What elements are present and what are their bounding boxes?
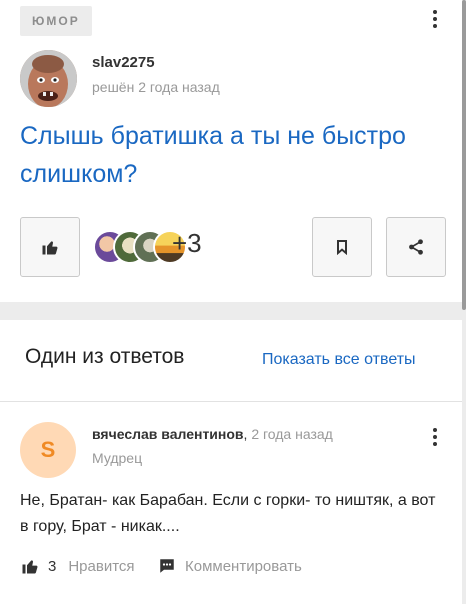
answer-more-options-icon[interactable] [428,426,442,448]
answer-like-button[interactable]: 3 Нравится [20,557,135,575]
thumbs-up-icon [22,560,38,574]
bookmark-button[interactable] [312,217,372,277]
answer-author-avatar[interactable]: S [20,422,76,478]
answer-comment-label: Комментировать [185,557,302,575]
question-card: ЮМОР slav2275 решён 2 года назад Слышь б… [0,0,462,302]
author-name[interactable]: slav2275 [92,54,155,71]
likers-more-count[interactable]: +3 [172,228,202,259]
answer-likes-count: 3 [48,557,57,575]
show-all-answers-link[interactable]: Показать все ответы [262,351,416,369]
bookmark-icon [337,240,347,255]
answer-author-rank: Мудрец [92,450,143,466]
likers-avatars[interactable] [93,230,187,264]
answer-comment-button[interactable]: Комментировать [158,557,302,575]
comment-icon [160,559,174,573]
answer-like-label: Нравится [68,557,135,575]
answer-time: 2 года назад [251,426,333,442]
question-title[interactable]: Слышь братишка а ты не быстро слишком? [20,117,420,193]
more-options-icon[interactable] [428,8,442,30]
author-avatar[interactable] [20,50,77,107]
divider [0,401,462,402]
share-button[interactable] [386,217,446,277]
answers-heading: Один из ответов [25,345,185,368]
status-time: решён 2 года назад [92,79,220,95]
scrollbar[interactable] [462,0,466,310]
answer-author-name[interactable]: вячеслав валентинов [92,426,244,442]
category-tag[interactable]: ЮМОР [20,6,92,36]
answer-author-line: вячеслав валентинов, 2 года назад [92,426,333,442]
answer-author-separator: , [243,426,248,442]
thumbs-up-icon [42,241,58,255]
share-icon [409,239,423,255]
answer-text: Не, Братан- как Барабан. Если с горки- т… [20,492,436,535]
like-button[interactable] [20,217,80,277]
